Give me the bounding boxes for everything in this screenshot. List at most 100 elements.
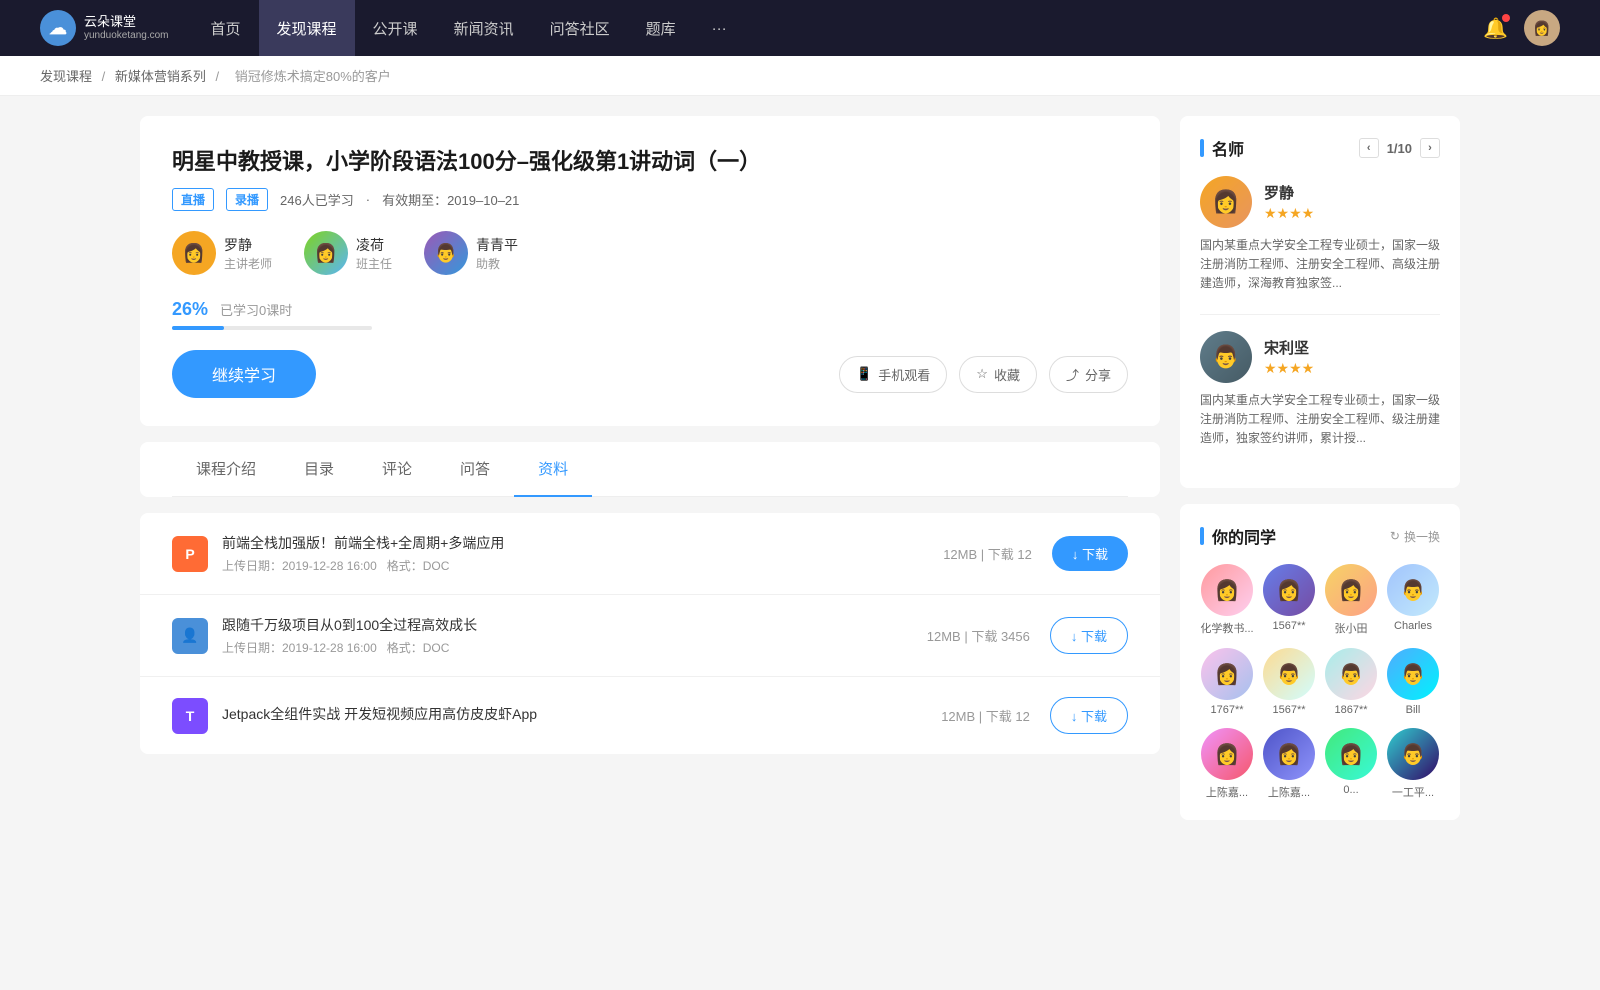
- bell-icon[interactable]: 🔔: [1483, 16, 1508, 41]
- user-avatar-nav[interactable]: 👩: [1524, 10, 1560, 46]
- sidebar-teacher-2-info: 宋利坚 ★★★★: [1264, 337, 1314, 377]
- resource-title-1: 前端全栈加强版！前端全栈+全周期+多端应用: [222, 533, 943, 553]
- logo-icon: ☁: [40, 10, 76, 46]
- nav-quiz[interactable]: 题库: [628, 0, 694, 56]
- classmate-8[interactable]: 👨 Bill: [1386, 648, 1440, 716]
- classmate-12-avatar: 👨: [1387, 728, 1439, 780]
- classmate-11[interactable]: 👩 0...: [1324, 728, 1378, 800]
- content-left: 明星中教授课，小学阶段语法100分–强化级第1讲动词（一） 直播 录播 246人…: [140, 116, 1160, 836]
- resource-title-3: Jetpack全组件实战 开发短视频应用高仿皮皮虾App: [222, 704, 941, 724]
- next-teacher-btn[interactable]: ›: [1420, 138, 1440, 158]
- sidebar-teacher-2: 👨 宋利坚 ★★★★ 国内某重点大学安全工程专业硕士，国家一级注册消防工程师、注…: [1200, 331, 1440, 449]
- resource-item-2: 👤 跟随千万级项目从0到100全过程高效成长 上传日期：2019-12-28 1…: [140, 595, 1160, 677]
- classmate-9-avatar: 👩: [1201, 728, 1253, 780]
- classmate-11-avatar: 👩: [1325, 728, 1377, 780]
- classmate-2[interactable]: 👩 1567**: [1262, 564, 1316, 636]
- tab-intro[interactable]: 课程介绍: [172, 442, 280, 497]
- collect-button[interactable]: ☆ 收藏: [959, 356, 1037, 393]
- badge-live: 直播: [172, 188, 214, 211]
- sidebar-right: 名师 ‹ 1/10 › 👩 罗静 ★★★★ 国内某重点大学安全工程专业硕士，国家…: [1180, 116, 1460, 836]
- breadcrumb-series[interactable]: 新媒体营销系列: [115, 69, 206, 84]
- classmate-7-avatar: 👨: [1325, 648, 1377, 700]
- nav-news[interactable]: 新闻资讯: [436, 0, 532, 56]
- tab-comments[interactable]: 评论: [358, 442, 436, 497]
- teachers-sidebar-card: 名师 ‹ 1/10 › 👩 罗静 ★★★★ 国内某重点大学安全工程专业硕士，国家…: [1180, 116, 1460, 488]
- resource-meta-2: 上传日期：2019-12-28 16:00 格式：DOC: [222, 639, 927, 656]
- breadcrumb-discover[interactable]: 发现课程: [40, 69, 92, 84]
- logo[interactable]: ☁ 云朵课堂 yunduoketang.com: [40, 10, 169, 46]
- tab-qa[interactable]: 问答: [436, 442, 514, 497]
- navbar: ☁ 云朵课堂 yunduoketang.com 首页 发现课程 公开课 新闻资讯…: [0, 0, 1600, 56]
- classmate-1-avatar: 👩: [1201, 564, 1253, 616]
- classmate-6[interactable]: 👨 1567**: [1262, 648, 1316, 716]
- continue-button[interactable]: 继续学习: [172, 350, 316, 398]
- download-button-3[interactable]: ↓ 下载: [1050, 697, 1128, 734]
- share-label: 分享: [1085, 365, 1111, 384]
- nav-right: 🔔 👩: [1483, 10, 1560, 46]
- mobile-icon: 📱: [856, 366, 872, 382]
- classmate-12-name: 一工平...: [1392, 784, 1434, 800]
- mobile-watch-button[interactable]: 📱 手机观看: [839, 356, 947, 393]
- classmate-8-name: Bill: [1406, 704, 1421, 716]
- teacher-1-info: 罗静 主讲老师: [224, 235, 272, 272]
- logo-text: 云朵课堂 yunduoketang.com: [84, 14, 169, 42]
- classmate-1[interactable]: 👩 化学教书...: [1200, 564, 1254, 636]
- teacher-2-info: 凌荷 班主任: [356, 235, 392, 272]
- teacher-2-name: 凌荷: [356, 235, 392, 255]
- classmate-9[interactable]: 👩 上陈嘉...: [1200, 728, 1254, 800]
- sidebar-teacher-1-desc: 国内某重点大学安全工程专业硕士，国家一级注册消防工程师、注册安全工程师、高级注册…: [1200, 236, 1440, 294]
- progress-percent: 26%: [172, 299, 208, 320]
- notification-dot: [1502, 14, 1510, 22]
- download-button-1[interactable]: ↓ 下载: [1052, 536, 1128, 571]
- nav-qa[interactable]: 问答社区: [532, 0, 628, 56]
- nav-home[interactable]: 首页: [193, 0, 259, 56]
- classmates-sidebar-card: 你的同学 ↻ 换一换 👩 化学教书... 👩 1567** 👩: [1180, 504, 1460, 820]
- classmate-3[interactable]: 👩 张小田: [1324, 564, 1378, 636]
- sidebar-teacher-2-header: 👨 宋利坚 ★★★★: [1200, 331, 1440, 383]
- resource-info-2: 跟随千万级项目从0到100全过程高效成长 上传日期：2019-12-28 16:…: [222, 615, 927, 656]
- teacher-2-avatar: 👩: [304, 231, 348, 275]
- classmate-7[interactable]: 👨 1867**: [1324, 648, 1378, 716]
- resource-item-1: P 前端全栈加强版！前端全栈+全周期+多端应用 上传日期：2019-12-28 …: [140, 513, 1160, 595]
- prev-teacher-btn[interactable]: ‹: [1359, 138, 1379, 158]
- tab-catalog[interactable]: 目录: [280, 442, 358, 497]
- course-meta: 直播 录播 246人已学习 · 有效期至：2019–10–21: [172, 188, 1128, 211]
- teachers-sidebar-title: 名师 ‹ 1/10 ›: [1200, 136, 1440, 160]
- classmate-2-name: 1567**: [1272, 620, 1305, 632]
- tab-resources[interactable]: 资料: [514, 442, 592, 497]
- refresh-icon: ↻: [1390, 529, 1400, 543]
- teacher-3-info: 青青平 助教: [476, 235, 518, 272]
- resource-icon-1: P: [172, 536, 208, 572]
- refresh-classmates-btn[interactable]: ↻ 换一换: [1390, 528, 1440, 545]
- classmate-6-avatar: 👨: [1263, 648, 1315, 700]
- sep-dot: ·: [366, 192, 370, 207]
- breadcrumb: 发现课程 / 新媒体营销系列 / 销冠修炼术搞定80%的客户: [0, 56, 1600, 96]
- classmate-1-name: 化学教书...: [1200, 620, 1253, 636]
- sidebar-teacher-1-info: 罗静 ★★★★: [1264, 182, 1314, 222]
- teacher-1-role: 主讲老师: [224, 255, 272, 272]
- share-button[interactable]: ⤴ 分享: [1049, 356, 1128, 393]
- nav-public[interactable]: 公开课: [355, 0, 436, 56]
- progress-desc: 已学习0课时: [220, 300, 292, 319]
- classmate-8-avatar: 👨: [1387, 648, 1439, 700]
- tabs-list: 课程介绍 目录 评论 问答 资料: [172, 442, 1128, 497]
- nav-more[interactable]: ···: [694, 0, 745, 56]
- classmate-5[interactable]: 👩 1767**: [1200, 648, 1254, 716]
- teacher-2: 👩 凌荷 班主任: [304, 231, 392, 275]
- refresh-label: 换一换: [1404, 528, 1440, 545]
- resource-info-3: Jetpack全组件实战 开发短视频应用高仿皮皮虾App: [222, 704, 941, 728]
- teacher-1: 👩 罗静 主讲老师: [172, 231, 272, 275]
- sidebar-teacher-2-stars: ★★★★: [1264, 360, 1314, 377]
- share-icon: ⤴: [1066, 365, 1079, 384]
- action-buttons: 📱 手机观看 ☆ 收藏 ⤴ 分享: [839, 356, 1128, 393]
- classmate-10[interactable]: 👩 上陈嘉...: [1262, 728, 1316, 800]
- download-button-2[interactable]: ↓ 下载: [1050, 617, 1128, 654]
- classmate-4[interactable]: 👨 Charles: [1386, 564, 1440, 636]
- students-count: 246人已学习: [280, 190, 354, 209]
- teacher-3-role: 助教: [476, 255, 518, 272]
- classmate-10-avatar: 👩: [1263, 728, 1315, 780]
- nav-discover[interactable]: 发现课程: [259, 0, 355, 56]
- star-icon: ☆: [976, 366, 988, 382]
- classmate-10-name: 上陈嘉...: [1268, 784, 1310, 800]
- classmate-12[interactable]: 👨 一工平...: [1386, 728, 1440, 800]
